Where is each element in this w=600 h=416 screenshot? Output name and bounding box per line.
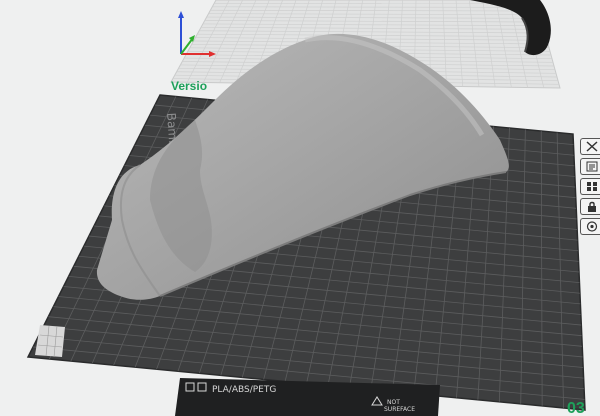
settings-list-icon	[586, 161, 598, 172]
surface-warning-line1: NOT	[387, 399, 400, 406]
circle-settings-icon	[586, 221, 598, 232]
version-label: Versio	[171, 79, 208, 93]
close-x-button[interactable]	[580, 138, 600, 155]
plate-number-label: 03	[567, 400, 585, 416]
close-x-icon	[585, 141, 598, 152]
3d-viewport[interactable]: PLA/ABS/PETG NOT SUREFACE Bambu Textured…	[0, 0, 600, 416]
surface-warning-line2: SUREFACE	[384, 406, 415, 413]
settings-list-button[interactable]	[580, 158, 600, 175]
arrange-button[interactable]	[580, 178, 600, 195]
scene-canvas[interactable]: PLA/ABS/PETG NOT SUREFACE Bambu Textured…	[0, 0, 600, 416]
lock-button[interactable]	[580, 198, 600, 215]
lock-icon	[586, 201, 598, 212]
filament-type-label: PLA/ABS/PETG	[212, 385, 276, 395]
grid-arrange-icon	[586, 181, 598, 192]
plate-settings-button[interactable]	[580, 218, 600, 235]
